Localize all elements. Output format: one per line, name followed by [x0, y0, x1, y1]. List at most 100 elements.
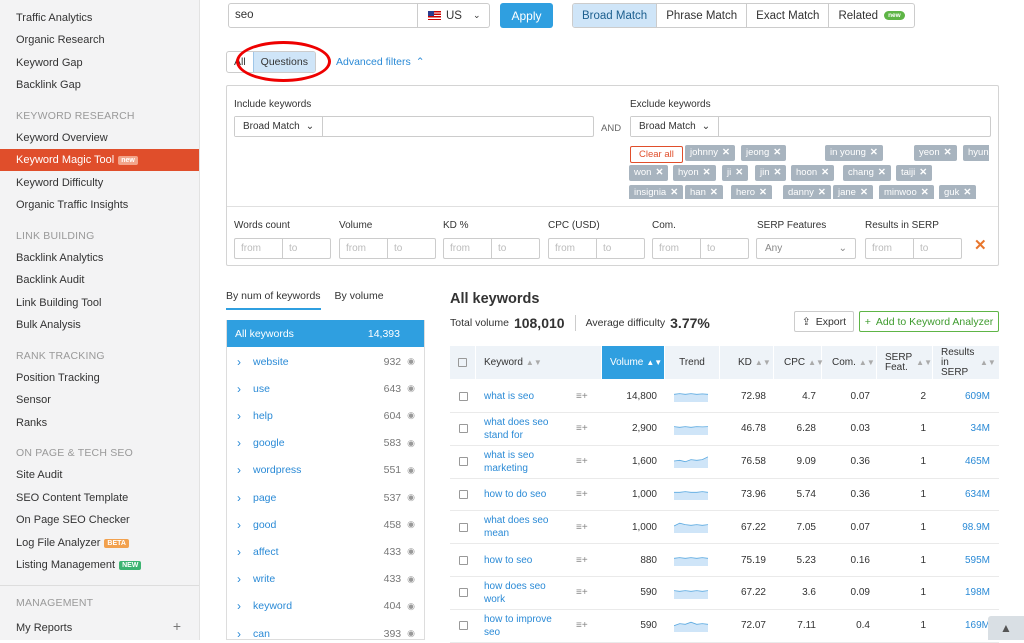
results-link[interactable]: 465M — [946, 456, 990, 467]
clear-all-button[interactable]: Clear all — [630, 146, 683, 163]
nav-on-page-seo-checker[interactable]: On Page SEO Checker — [16, 514, 130, 526]
eye-icon[interactable]: ◉ — [407, 383, 415, 394]
kd-range[interactable]: from to — [443, 238, 540, 259]
search-input[interactable]: seo — [228, 3, 418, 28]
chevron-right-icon[interactable]: › — [237, 545, 253, 559]
nav-site-audit[interactable]: Site Audit — [16, 469, 62, 481]
nav-listing-management[interactable]: Listing Management NEW — [16, 559, 142, 571]
col-keyword[interactable]: Keyword ▲▼ — [476, 346, 602, 379]
exclude-keywords-input[interactable] — [719, 117, 990, 136]
row-checkbox[interactable] — [459, 588, 468, 598]
country-select[interactable]: US ⌄ — [418, 3, 490, 28]
remove-tag-icon[interactable]: ✕ — [722, 147, 730, 158]
from-input[interactable]: from — [549, 239, 596, 258]
to-input[interactable]: to — [387, 239, 435, 258]
col-cpc[interactable]: CPC ▲▼ — [774, 346, 824, 379]
nav-link-building-tool[interactable]: Link Building Tool — [16, 297, 101, 309]
add-to-keyword-analyzer-button[interactable]: + Add to Keyword Analyzer — [859, 311, 999, 332]
exclude-tag[interactable]: minwoo ✕ — [879, 185, 934, 199]
chevron-right-icon[interactable]: › — [237, 627, 253, 640]
remove-tag-icon[interactable]: ✕ — [963, 187, 971, 198]
results-link[interactable]: 198M — [946, 587, 990, 598]
nav-backlink-gap[interactable]: Backlink Gap — [16, 79, 81, 91]
exclude-tag[interactable]: won ✕ — [629, 165, 669, 181]
group-item[interactable]: › can 393 ◉ — [227, 620, 424, 640]
remove-tag-icon[interactable]: ✕ — [774, 167, 782, 178]
from-input[interactable]: from — [866, 239, 913, 258]
keyword-link[interactable]: how to do seo — [484, 488, 569, 501]
col-serp-feat[interactable]: SERP Feat. ▲▼ — [877, 346, 933, 379]
chevron-right-icon[interactable]: › — [237, 436, 253, 450]
nav-keyword-difficulty[interactable]: Keyword Difficulty — [16, 177, 103, 189]
eye-icon[interactable]: ◉ — [407, 410, 415, 421]
exclude-tag[interactable]: guk ✕ — [939, 185, 977, 199]
exclude-match-select[interactable]: Broad Match ⌄ — [631, 117, 719, 136]
add-report-button[interactable]: + — [173, 618, 181, 634]
include-keywords-input[interactable] — [323, 117, 593, 136]
words-count-range[interactable]: from to — [234, 238, 331, 259]
remove-tag-icon[interactable]: ✕ — [773, 147, 781, 158]
exclude-tag[interactable]: insignia ✕ — [629, 185, 684, 199]
feedback-button[interactable]: ▲ — [988, 616, 1024, 640]
eye-icon[interactable]: ◉ — [407, 601, 415, 612]
exclude-tag[interactable]: chang ✕ — [843, 165, 891, 181]
nav-keyword-magic-tool[interactable]: Keyword Magic Tool new — [0, 149, 199, 171]
group-item[interactable]: › use 643 ◉ — [227, 375, 424, 402]
chevron-right-icon[interactable]: › — [237, 518, 253, 532]
exclude-tag[interactable]: hero ✕ — [731, 185, 772, 199]
keyword-link[interactable]: how to seo — [484, 554, 569, 567]
exclude-tag[interactable]: ji ✕ — [722, 165, 749, 181]
nav-sensor[interactable]: Sensor — [16, 394, 51, 406]
exclude-tag[interactable]: yeon ✕ — [914, 145, 957, 161]
row-checkbox[interactable] — [459, 621, 468, 631]
results-link[interactable]: 609M — [946, 391, 990, 402]
remove-tag-icon[interactable]: ✕ — [703, 167, 711, 178]
remove-tag-icon[interactable]: ✕ — [921, 187, 929, 198]
add-to-list-icon[interactable]: ≡+ — [576, 456, 588, 467]
results-link[interactable]: 169M — [946, 620, 990, 631]
tab-by-volume[interactable]: By volume — [335, 290, 384, 310]
group-item[interactable]: › write 433 ◉ — [227, 566, 424, 593]
from-input[interactable]: from — [235, 239, 282, 258]
exclude-tag[interactable]: hoon ✕ — [791, 165, 835, 181]
exclude-tag[interactable]: jin ✕ — [755, 165, 787, 181]
add-to-list-icon[interactable]: ≡+ — [576, 555, 588, 566]
exclude-tag[interactable]: jeong ✕ — [741, 145, 787, 161]
remove-tag-icon[interactable]: ✕ — [735, 167, 743, 178]
nav-keyword-gap[interactable]: Keyword Gap — [16, 57, 83, 69]
row-checkbox[interactable] — [459, 391, 468, 401]
remove-tag-icon[interactable]: ✕ — [944, 147, 952, 158]
remove-tag-icon[interactable]: ✕ — [759, 187, 767, 198]
keyword-link[interactable]: what is seo marketing — [484, 449, 569, 475]
keyword-link[interactable]: what does seo stand for — [484, 416, 569, 442]
chevron-right-icon[interactable]: › — [237, 382, 253, 396]
group-all-keywords[interactable]: All keywords 14,393 — [227, 320, 424, 347]
remove-tag-icon[interactable]: ✕ — [860, 187, 868, 198]
exclude-tag[interactable]: danny ✕ — [783, 185, 831, 199]
eye-icon[interactable]: ◉ — [407, 546, 415, 557]
row-checkbox[interactable] — [459, 424, 468, 434]
group-item[interactable]: › wordpress 551 ◉ — [227, 457, 424, 484]
results-link[interactable]: 98.9M — [946, 522, 990, 533]
remove-tag-icon[interactable]: ✕ — [878, 167, 886, 178]
remove-tag-icon[interactable]: ✕ — [919, 167, 927, 178]
group-item[interactable]: › google 583 ◉ — [227, 430, 424, 457]
eye-icon[interactable]: ◉ — [407, 356, 415, 367]
results-in-serp-range[interactable]: from to — [865, 238, 962, 259]
nav-ranks[interactable]: Ranks — [16, 417, 47, 429]
col-volume[interactable]: Volume ▲▼ — [602, 346, 665, 379]
group-item[interactable]: › website 932 ◉ — [227, 348, 424, 375]
tab-broad-match[interactable]: Broad Match — [573, 4, 658, 27]
chevron-right-icon[interactable]: › — [237, 491, 253, 505]
keyword-link[interactable]: how does seo work — [484, 580, 569, 606]
serp-features-select[interactable]: Any ⌄ — [756, 238, 856, 259]
nav-bulk-analysis[interactable]: Bulk Analysis — [16, 319, 81, 331]
add-to-list-icon[interactable]: ≡+ — [576, 489, 588, 500]
results-link[interactable]: 634M — [946, 489, 990, 500]
keyword-link[interactable]: what is seo — [484, 390, 569, 403]
add-to-list-icon[interactable]: ≡+ — [576, 587, 588, 598]
exclude-tag[interactable]: han ✕ — [685, 185, 723, 199]
remove-tag-icon[interactable]: ✕ — [870, 147, 878, 158]
from-input[interactable]: from — [444, 239, 491, 258]
to-input[interactable]: to — [282, 239, 330, 258]
